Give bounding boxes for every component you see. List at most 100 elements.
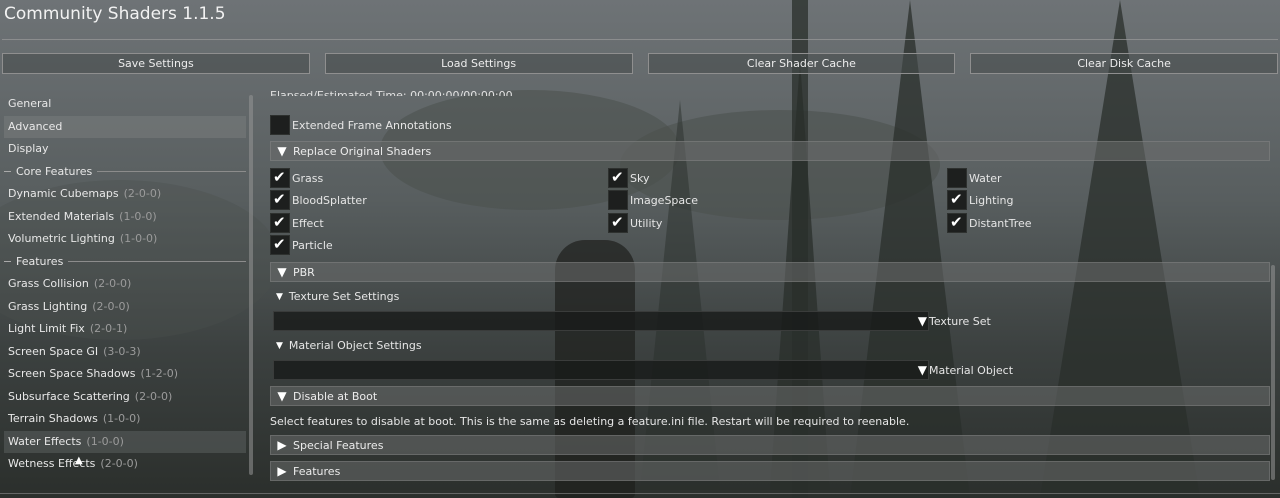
- sidebar-item-label: Terrain Shadows: [8, 412, 98, 425]
- section-title: Disable at Boot: [293, 389, 378, 403]
- version-label: (1-0-0): [86, 434, 124, 448]
- sidebar-item-label: Subsurface Scattering: [8, 389, 130, 403]
- version-label: (2-0-0): [134, 389, 173, 403]
- core-features-separator: Core Features: [4, 161, 246, 184]
- load-settings-button[interactable]: Load Settings: [324, 53, 633, 74]
- sidebar-item-dynamic-cubemaps[interactable]: Dynamic Cubemaps (2-0-0): [4, 183, 246, 206]
- particle-checkbox[interactable]: [270, 235, 290, 255]
- sidebar-item-volumetric-lighting[interactable]: Volumetric Lighting (1-0-0): [4, 228, 246, 251]
- sidebar-item-label: Dynamic Cubemaps: [8, 187, 119, 200]
- subsection-title: Material Object Settings: [288, 339, 422, 352]
- version-label: (2-0-0): [93, 277, 132, 290]
- window-title: Community Shaders 1.1.5: [4, 4, 226, 24]
- chevron-down-icon: ▼: [917, 363, 927, 377]
- texture-set-label: Texture Set: [929, 315, 991, 328]
- triangle-down-icon: ▼: [276, 340, 283, 351]
- sidebar-item-grass-collision[interactable]: Grass Collision (2-0-0): [4, 273, 246, 296]
- sidebar-item-label: Light Limit Fix: [8, 322, 85, 335]
- sidebar: General Advanced Display Core Features D…: [4, 93, 246, 476]
- texture-set-dropdown[interactable]: ▼: [273, 311, 929, 331]
- sidebar-item-general[interactable]: General: [4, 93, 246, 116]
- imagespace-label: ImageSpace: [630, 194, 698, 207]
- water-label: Water: [969, 172, 1002, 185]
- material-object-label: Material Object: [929, 364, 1014, 377]
- version-label: (1-0-0): [119, 209, 157, 223]
- version-label: (3-0-3): [103, 344, 141, 358]
- triangle-down-icon: ▼: [277, 144, 287, 158]
- save-settings-button[interactable]: Save Settings: [2, 53, 310, 74]
- utility-checkbox[interactable]: [608, 213, 628, 233]
- sidebar-item-label: Grass Lighting: [8, 299, 88, 313]
- subsection-title: Texture Set Settings: [288, 290, 400, 303]
- features-heading: Features: [16, 255, 64, 269]
- sidebar-item-label: Grass Collision: [8, 277, 89, 290]
- sidebar-item-extended-materials[interactable]: Extended Materials (1-0-0): [4, 206, 246, 229]
- triangle-down-icon: ▼: [276, 291, 283, 302]
- bloodsplatter-checkbox[interactable]: [270, 190, 290, 210]
- version-label: (2-0-0): [100, 457, 138, 470]
- lighting-label: Lighting: [969, 194, 1014, 207]
- disable-at-boot-header[interactable]: ▼ Disable at Boot: [270, 386, 1270, 406]
- bloodsplatter-label: BloodSplatter: [292, 194, 367, 207]
- title-divider: [2, 39, 1278, 40]
- distanttree-label: DistantTree: [969, 217, 1032, 230]
- core-features-heading: Core Features: [16, 165, 93, 179]
- triangle-down-icon: ▼: [277, 389, 287, 403]
- settings-scrollbar[interactable]: [1271, 265, 1275, 480]
- sidebar-item-label: General: [8, 97, 52, 110]
- sidebar-item-label: Volumetric Lighting: [8, 232, 115, 245]
- features-header[interactable]: ▶ Features: [270, 461, 1270, 481]
- extended-frame-annotations-checkbox[interactable]: [270, 115, 290, 135]
- settings-panel: Elapsed/Estimated Time: 00:00:00/00:00:0…: [270, 89, 1270, 488]
- toolbar: Save Settings Load Settings Clear Shader…: [2, 53, 1278, 74]
- sidebar-item-light-limit-fix[interactable]: Light Limit Fix (2-0-1): [4, 318, 246, 341]
- features-separator: Features: [4, 251, 246, 274]
- sidebar-item-label: Water Effects: [8, 434, 82, 448]
- section-title: Features: [293, 464, 341, 478]
- version-label: (1-2-0): [140, 367, 178, 380]
- utility-label: Utility: [630, 217, 663, 230]
- imagespace-checkbox[interactable]: [608, 190, 628, 210]
- grass-label: Grass: [292, 172, 324, 185]
- section-title: PBR: [293, 265, 315, 279]
- section-title: Special Features: [293, 438, 384, 452]
- sidebar-item-label: Display: [8, 142, 49, 155]
- lighting-checkbox[interactable]: [947, 190, 967, 210]
- triangle-right-icon: ▶: [277, 438, 287, 452]
- sidebar-item-label: Screen Space Shadows: [8, 367, 136, 380]
- sidebar-item-subsurface-scattering[interactable]: Subsurface Scattering (2-0-0): [4, 386, 246, 409]
- water-checkbox[interactable]: [947, 168, 967, 188]
- clear-disk-cache-button[interactable]: Clear Disk Cache: [970, 53, 1278, 74]
- triangle-down-icon: ▼: [277, 265, 287, 279]
- version-label: (2-0-0): [92, 299, 130, 313]
- pbr-header[interactable]: ▼ PBR: [270, 262, 1270, 282]
- replace-original-shaders-header[interactable]: ▼ Replace Original Shaders: [270, 141, 1270, 161]
- sidebar-item-label: Extended Materials: [8, 209, 115, 223]
- special-features-header[interactable]: ▶ Special Features: [270, 435, 1270, 455]
- sidebar-item-screen-space-gi[interactable]: Screen Space GI (3-0-3): [4, 341, 246, 364]
- sidebar-item-advanced[interactable]: Advanced: [4, 115, 246, 138]
- clear-shader-cache-button[interactable]: Clear Shader Cache: [647, 53, 956, 74]
- sky-checkbox[interactable]: [608, 168, 628, 188]
- sky-label: Sky: [630, 172, 650, 185]
- particle-label: Particle: [292, 239, 333, 252]
- mouse-cursor-icon: ▲: [75, 455, 83, 466]
- sidebar-item-wetness-effects[interactable]: Wetness Effects (2-0-0): [4, 453, 246, 476]
- sidebar-scrollbar[interactable]: [249, 95, 253, 475]
- grass-checkbox[interactable]: [270, 168, 290, 188]
- version-label: (2-0-0): [123, 187, 162, 200]
- disable-at-boot-description: Select features to disable at boot. This…: [270, 415, 910, 428]
- texture-set-settings-header[interactable]: ▼ Texture Set Settings: [276, 290, 399, 303]
- material-object-settings-header[interactable]: ▼ Material Object Settings: [276, 339, 422, 352]
- sidebar-item-screen-space-shadows[interactable]: Screen Space Shadows (1-2-0): [4, 363, 246, 386]
- effect-checkbox[interactable]: [270, 213, 290, 233]
- material-object-dropdown[interactable]: ▼: [273, 360, 929, 380]
- bottom-divider: [0, 493, 1280, 494]
- sidebar-item-water-effects[interactable]: Water Effects (1-0-0): [4, 430, 246, 453]
- sidebar-item-terrain-shadows[interactable]: Terrain Shadows (1-0-0): [4, 408, 246, 431]
- distanttree-checkbox[interactable]: [947, 213, 967, 233]
- sidebar-item-grass-lighting[interactable]: Grass Lighting (2-0-0): [4, 296, 246, 319]
- sidebar-item-display[interactable]: Display: [4, 138, 246, 161]
- sidebar-item-label: Advanced: [8, 119, 63, 133]
- section-title: Replace Original Shaders: [293, 144, 432, 158]
